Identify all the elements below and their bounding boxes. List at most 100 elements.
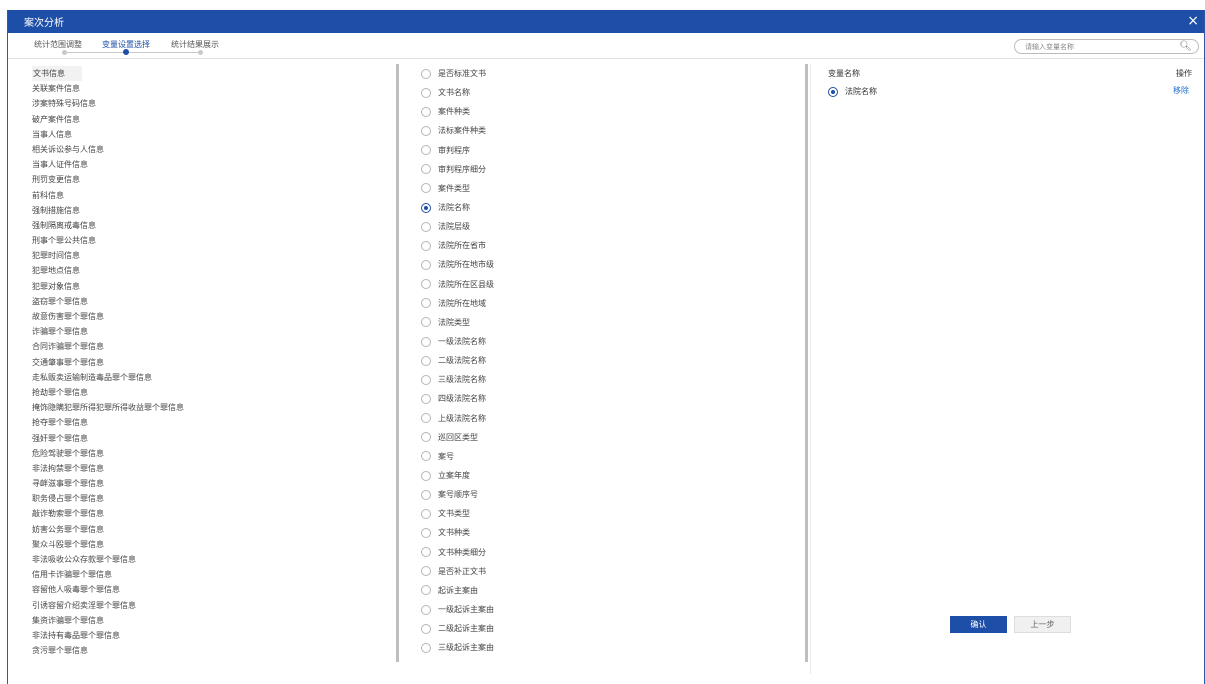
variable-option[interactable]: 四级法院名称 <box>421 389 801 408</box>
category-item[interactable]: 当事人证件信息 <box>32 157 402 172</box>
radio-unchecked-icon[interactable] <box>421 317 431 328</box>
radio-unchecked-icon[interactable] <box>421 355 431 366</box>
variable-option[interactable]: 法院名称 <box>421 198 801 217</box>
category-item[interactable]: 妨害公务罪个罪信息 <box>32 522 402 537</box>
variable-option[interactable]: 一级法院名称 <box>421 332 801 351</box>
variable-option[interactable]: 审判程序细分 <box>421 160 801 179</box>
variable-option[interactable]: 立案年度 <box>421 466 801 485</box>
confirm-button[interactable]: 确认 <box>950 616 1007 633</box>
variable-option[interactable]: 法院类型 <box>421 313 801 332</box>
radio-unchecked-icon[interactable] <box>421 508 431 519</box>
variable-option[interactable]: 文书名称 <box>421 83 801 102</box>
category-item[interactable]: 犯罪地点信息 <box>32 263 402 278</box>
category-item[interactable]: 相关诉讼参与人信息 <box>32 142 402 157</box>
category-item[interactable]: 盗窃罪个罪信息 <box>32 294 402 309</box>
radio-unchecked-icon[interactable] <box>421 183 431 194</box>
variable-option[interactable]: 文书种类 <box>421 523 801 542</box>
radio-unchecked-icon[interactable] <box>421 279 431 290</box>
category-item[interactable]: 文书信息 <box>32 66 82 82</box>
radio-unchecked-icon[interactable] <box>421 604 431 615</box>
radio-unchecked-icon[interactable] <box>421 164 431 175</box>
radio-unchecked-icon[interactable] <box>421 106 431 117</box>
category-item[interactable]: 抢夺罪个罪信息 <box>32 415 402 430</box>
radio-unchecked-icon[interactable] <box>421 87 431 98</box>
category-item[interactable]: 交通肇事罪个罪信息 <box>32 355 402 370</box>
radio-unchecked-icon[interactable] <box>421 374 431 385</box>
radio-unchecked-icon[interactable] <box>421 68 431 79</box>
category-item[interactable]: 贪污罪个罪信息 <box>32 643 402 658</box>
category-item[interactable]: 引诱容留介绍卖淫罪个罪信息 <box>32 598 402 613</box>
radio-unchecked-icon[interactable] <box>421 470 431 481</box>
category-item[interactable]: 合同诈骗罪个罪信息 <box>32 339 402 354</box>
category-item[interactable]: 非法吸收公众存款罪个罪信息 <box>32 552 402 567</box>
radio-unchecked-icon[interactable] <box>421 566 431 577</box>
tab-statistics-results[interactable]: 统计结果展示 <box>171 39 219 50</box>
radio-unchecked-icon[interactable] <box>421 413 431 424</box>
variable-option[interactable]: 巡回区类型 <box>421 428 801 447</box>
radio-unchecked-icon[interactable] <box>421 489 431 500</box>
category-item[interactable]: 破产案件信息 <box>32 112 402 127</box>
radio-unchecked-icon[interactable] <box>421 432 431 443</box>
category-item[interactable]: 职务侵占罪个罪信息 <box>32 491 402 506</box>
category-item[interactable]: 掩饰隐瞒犯罪所得犯罪所得收益罪个罪信息 <box>32 400 402 415</box>
variable-option[interactable]: 是否补正文书 <box>421 562 801 581</box>
variable-option[interactable]: 上级法院名称 <box>421 409 801 428</box>
category-item[interactable]: 涉案特殊号码信息 <box>32 96 402 111</box>
variable-option[interactable]: 法标案件种类 <box>421 121 801 140</box>
category-item[interactable]: 故意伤害罪个罪信息 <box>32 309 402 324</box>
radio-unchecked-icon[interactable] <box>421 336 431 347</box>
search-icon[interactable]: 🔍︎ <box>1179 41 1192 52</box>
variable-option[interactable]: 法院所在地域 <box>421 294 801 313</box>
category-item[interactable]: 聚众斗殴罪个罪信息 <box>32 537 402 552</box>
category-item[interactable]: 强奸罪个罪信息 <box>32 431 402 446</box>
category-item[interactable]: 寻衅滋事罪个罪信息 <box>32 476 402 491</box>
category-item[interactable]: 犯罪对象信息 <box>32 279 402 294</box>
category-item[interactable]: 信用卡诈骗罪个罪信息 <box>32 567 402 582</box>
radio-checked-icon[interactable] <box>421 202 431 213</box>
category-item[interactable]: 前科信息 <box>32 188 402 203</box>
radio-unchecked-icon[interactable] <box>421 547 431 558</box>
category-item[interactable]: 刑罚变更信息 <box>32 172 402 187</box>
category-item[interactable]: 抢劫罪个罪信息 <box>32 385 402 400</box>
category-item[interactable]: 容留他人吸毒罪个罪信息 <box>32 582 402 597</box>
previous-step-button[interactable]: 上一步 <box>1014 616 1071 633</box>
variable-option[interactable]: 案号 <box>421 447 801 466</box>
radio-unchecked-icon[interactable] <box>421 125 431 136</box>
variable-option[interactable]: 案件种类 <box>421 102 801 121</box>
variable-option[interactable]: 起诉主案由 <box>421 581 801 600</box>
category-item[interactable]: 刑事个罪公共信息 <box>32 233 402 248</box>
variable-option[interactable]: 案号顺序号 <box>421 485 801 504</box>
radio-unchecked-icon[interactable] <box>421 451 431 462</box>
variable-option[interactable]: 审判程序 <box>421 141 801 160</box>
category-item[interactable]: 非法持有毒品罪个罪信息 <box>32 628 402 643</box>
category-item[interactable]: 犯罪时间信息 <box>32 248 402 263</box>
variable-option[interactable]: 案件类型 <box>421 179 801 198</box>
variable-option[interactable]: 文书类型 <box>421 504 801 523</box>
variable-option[interactable]: 三级法院名称 <box>421 370 801 389</box>
category-item[interactable]: 集资诈骗罪个罪信息 <box>32 613 402 628</box>
variable-option[interactable]: 二级法院名称 <box>421 351 801 370</box>
remove-link[interactable]: 移除 <box>1173 85 1189 96</box>
variable-option[interactable]: 一级起诉主案由 <box>421 600 801 619</box>
category-item[interactable]: 强制措施信息 <box>32 203 402 218</box>
category-item[interactable]: 非法拘禁罪个罪信息 <box>32 461 402 476</box>
variable-option[interactable]: 三级起诉主案由 <box>421 638 801 657</box>
category-item[interactable]: 走私贩卖运输制造毒品罪个罪信息 <box>32 370 402 385</box>
category-item[interactable]: 当事人信息 <box>32 127 402 142</box>
variable-option[interactable]: 文书种类细分 <box>421 543 801 562</box>
variable-option[interactable]: 二级起诉主案由 <box>421 619 801 638</box>
category-item[interactable]: 危险驾驶罪个罪信息 <box>32 446 402 461</box>
tab-statistics-range[interactable]: 统计范围调整 <box>34 39 82 50</box>
radio-unchecked-icon[interactable] <box>421 393 431 404</box>
variable-option[interactable]: 法院层级 <box>421 217 801 236</box>
radio-unchecked-icon[interactable] <box>421 642 431 653</box>
category-item[interactable]: 关联案件信息 <box>32 81 402 96</box>
radio-unchecked-icon[interactable] <box>421 527 431 538</box>
radio-unchecked-icon[interactable] <box>421 221 431 232</box>
radio-unchecked-icon[interactable] <box>421 623 431 634</box>
radio-unchecked-icon[interactable] <box>421 145 431 156</box>
radio-unchecked-icon[interactable] <box>421 259 431 270</box>
variable-option[interactable]: 法院所在地市级 <box>421 255 801 274</box>
variable-option[interactable]: 法院所在区县级 <box>421 275 801 294</box>
radio-unchecked-icon[interactable] <box>421 240 431 251</box>
